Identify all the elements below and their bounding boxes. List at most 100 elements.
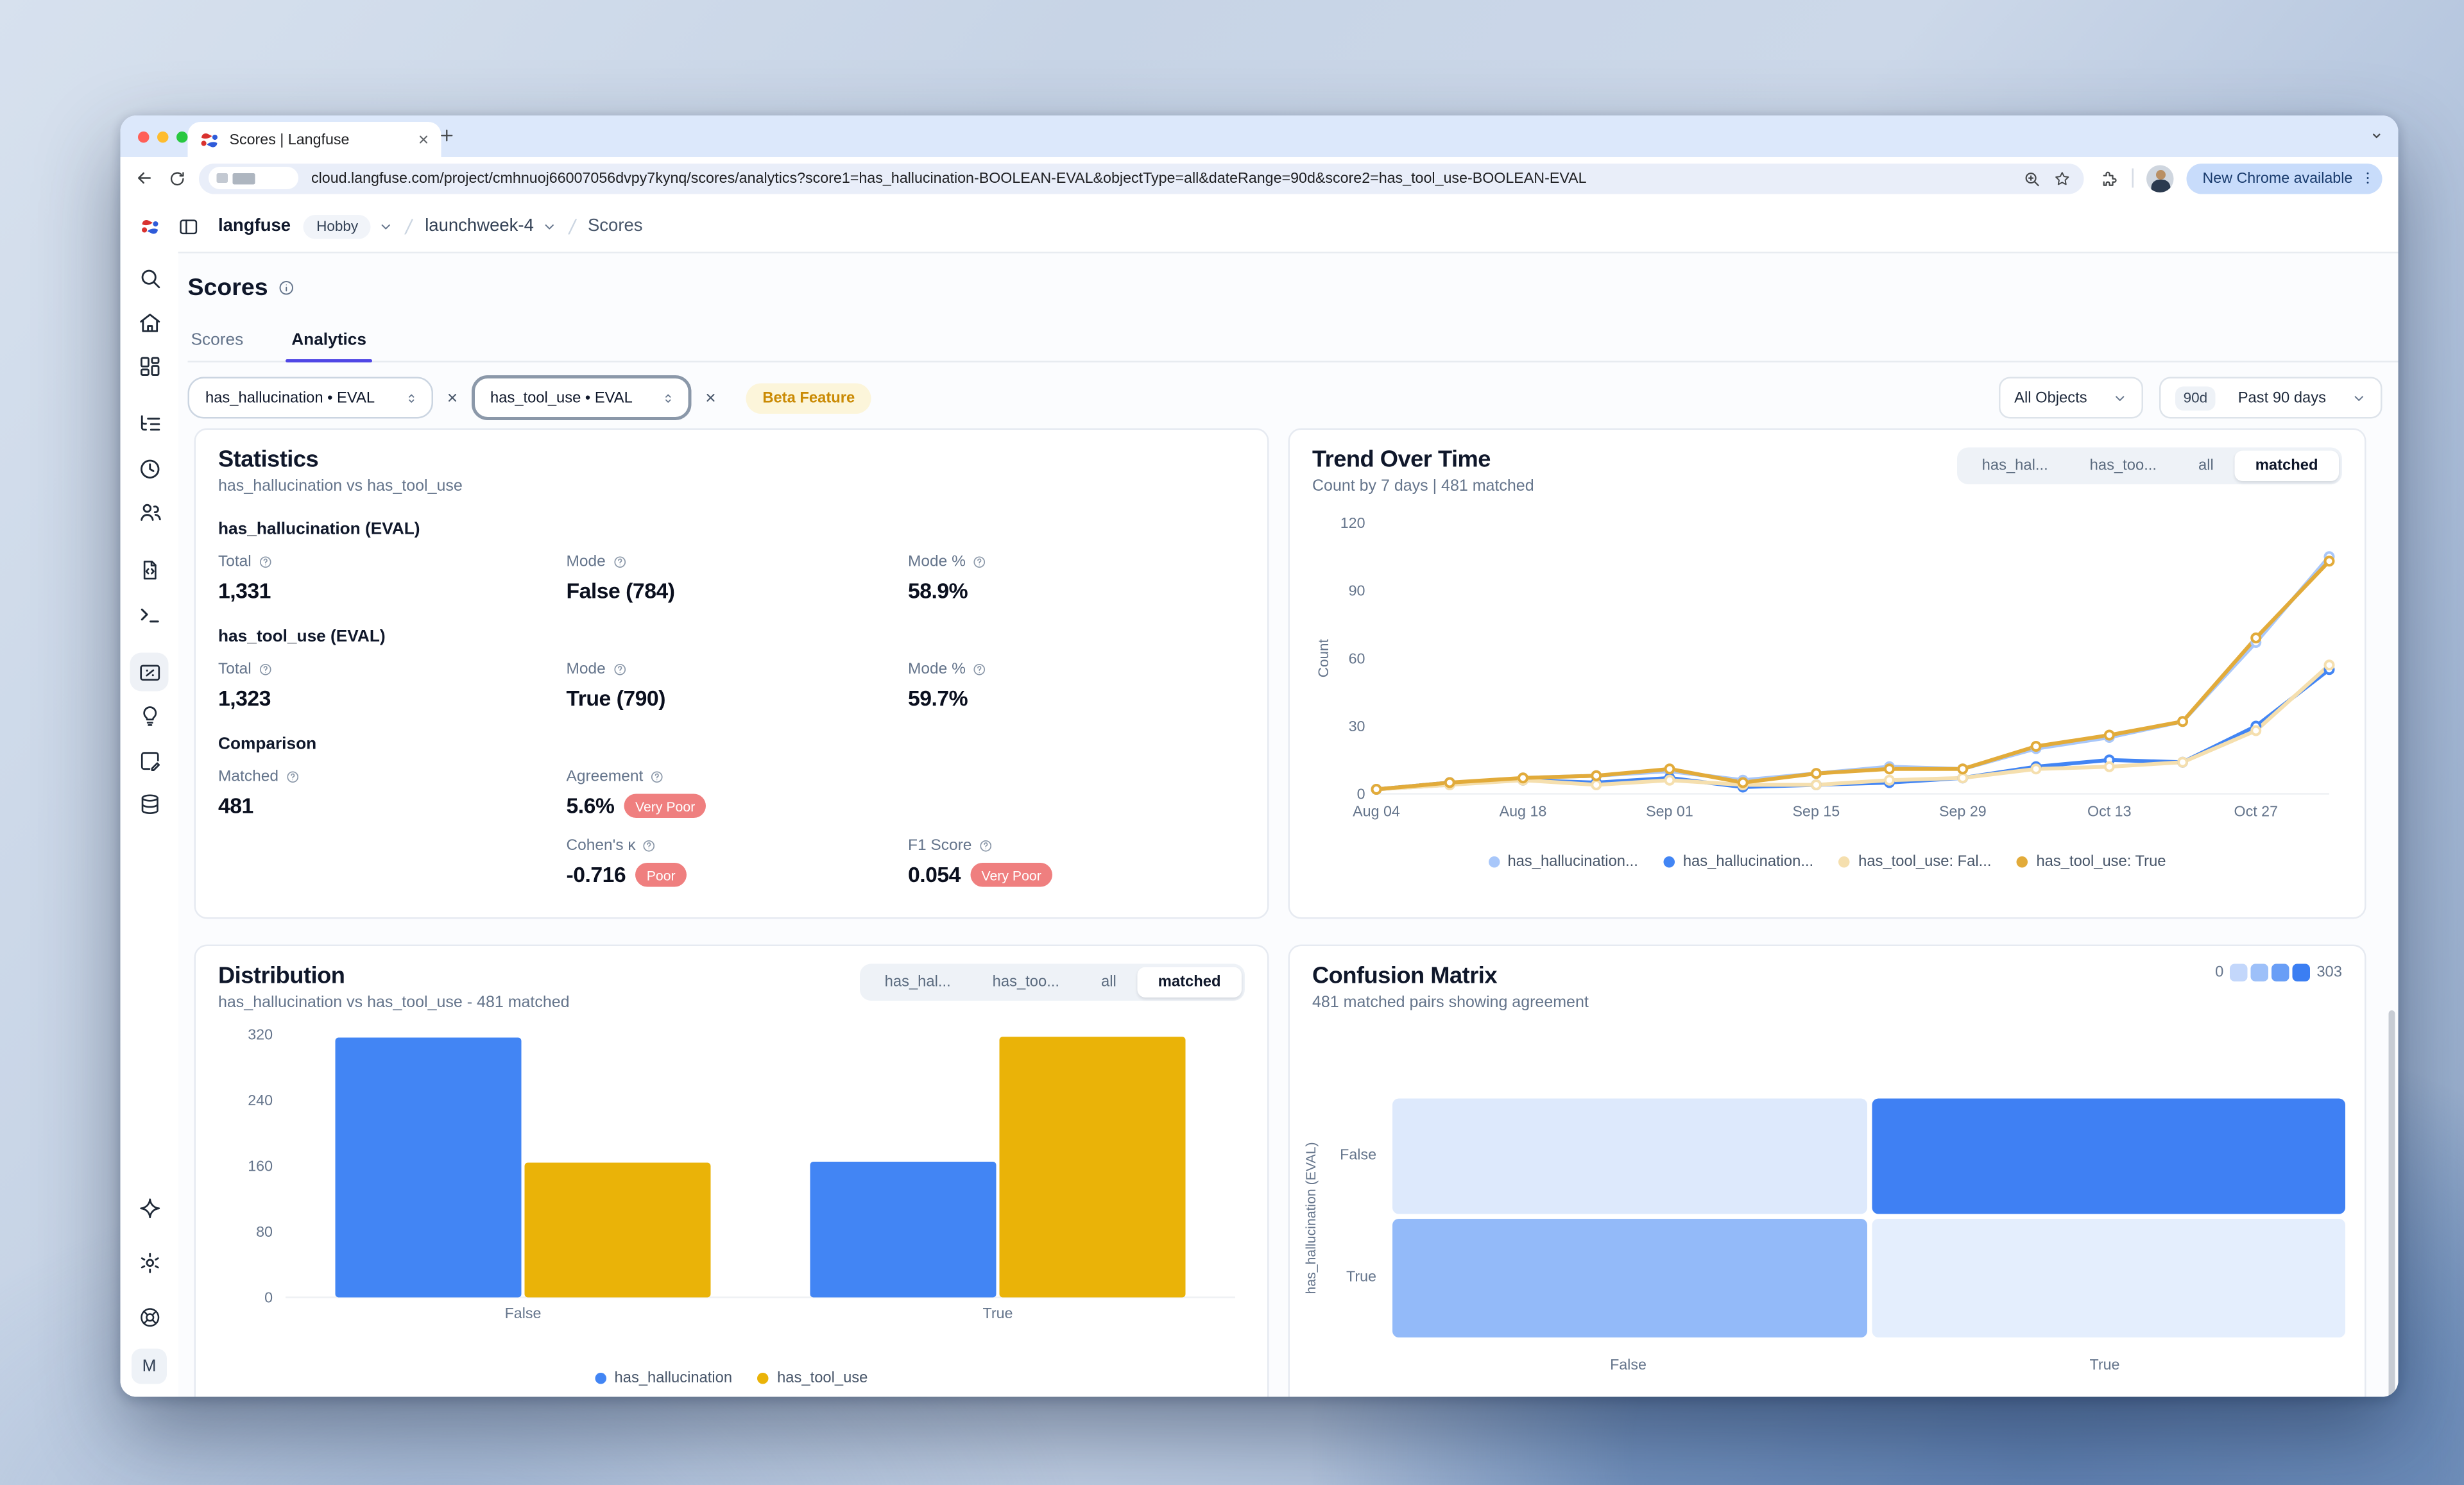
url-text[interactable]: cloud.langfuse.com/project/cmhnuoj660070…: [311, 170, 2023, 186]
help-icon[interactable]: [258, 663, 273, 677]
extensions-puzzle-icon[interactable]: [2100, 169, 2119, 188]
sidebar-item-users[interactable]: [130, 493, 169, 532]
scrollbar-thumb[interactable]: [2389, 1010, 2395, 1397]
heatmap-cell-True-False[interactable]: [1392, 1219, 1867, 1337]
view-tab-has-too-[interactable]: has_too...: [2069, 451, 2177, 482]
svg-text:90: 90: [1349, 582, 1365, 599]
sidebar-item-annotation[interactable]: [130, 741, 169, 779]
distribution-bar-chart: 080160240320FalseTrue: [218, 1025, 1245, 1354]
view-tab-matched[interactable]: matched: [1137, 967, 1242, 998]
view-tab-has-too-[interactable]: has_too...: [971, 967, 1080, 998]
sidebar-item-support[interactable]: [130, 1298, 169, 1336]
help-icon[interactable]: [285, 770, 300, 785]
fullscreen-window-button[interactable]: [176, 132, 188, 143]
browser-tab[interactable]: Scores | Langfuse: [188, 122, 441, 157]
sidebar-item-search[interactable]: [130, 259, 169, 298]
heatmap-cell-False-False[interactable]: [1392, 1099, 1867, 1214]
help-icon[interactable]: [978, 839, 993, 854]
home-icon: [137, 310, 162, 335]
legend-item[interactable]: has_tool_use: [758, 1370, 868, 1387]
score1-select[interactable]: has_hallucination • EVAL: [188, 377, 433, 419]
page-tabs: Scores Analytics: [188, 324, 2399, 362]
sidebar-item-evals[interactable]: [130, 697, 169, 735]
minimize-window-button[interactable]: [157, 132, 169, 143]
date-range-select[interactable]: 90d Past 90 days: [2159, 377, 2382, 419]
score2-select[interactable]: has_tool_use • EVAL: [471, 375, 692, 420]
site-info-chip[interactable]: [209, 167, 298, 189]
help-icon[interactable]: [642, 839, 657, 854]
legend-item[interactable]: has_hallucination...: [1488, 853, 1638, 871]
playground-icon: [137, 602, 162, 627]
svg-text:0: 0: [1357, 786, 1365, 802]
metric-total-2: Total 1,323: [218, 661, 567, 711]
metric-kappa: Cohen's κ -0.716Poor: [567, 837, 909, 887]
remove-score2-icon[interactable]: [705, 391, 717, 404]
close-window-button[interactable]: [138, 132, 150, 143]
view-tab-matched[interactable]: matched: [2234, 451, 2339, 482]
tab-analytics[interactable]: Analytics: [288, 324, 370, 361]
tab-scores[interactable]: Scores: [188, 324, 247, 361]
browser-profile-avatar[interactable]: [2146, 164, 2174, 192]
scale-swatch: [2251, 964, 2269, 982]
sidebar-item-sparkle[interactable]: [130, 1189, 169, 1227]
heatmap-cell-False-True[interactable]: [1871, 1099, 2345, 1214]
chrome-update-button[interactable]: New Chrome available: [2187, 163, 2382, 194]
object-type-select[interactable]: All Objects: [1998, 377, 2143, 419]
beta-feature-badge: Beta Feature: [746, 382, 871, 413]
project-chevron-down-icon[interactable]: [542, 219, 556, 233]
view-tab-all[interactable]: all: [1081, 967, 1138, 998]
legend-label: has_hallucination...: [1507, 853, 1638, 871]
main-content: Scores Scores Analytics has_hallucinatio…: [178, 253, 2399, 1397]
help-icon[interactable]: [612, 555, 627, 570]
heatmap-cell-True-True[interactable]: [1871, 1219, 2345, 1337]
browser-toolbar: cloud.langfuse.com/project/cmhnuoj660070…: [121, 157, 2399, 199]
sidebar-item-playground[interactable]: [130, 595, 169, 634]
sidebar-item-prompts[interactable]: [130, 551, 169, 590]
sidebar-item-tracing[interactable]: [130, 405, 169, 443]
sidebar-item-dashboards[interactable]: [130, 347, 169, 386]
window-controls[interactable]: [138, 132, 188, 143]
langfuse-logo: [139, 216, 160, 237]
view-tab-all[interactable]: all: [2178, 451, 2235, 482]
score1-value: has_hallucination • EVAL: [205, 389, 375, 407]
legend-item[interactable]: has_tool_use: Fal...: [1839, 853, 1991, 871]
help-icon[interactable]: [649, 770, 664, 785]
remove-score1-icon[interactable]: [445, 391, 458, 404]
zoom-icon[interactable]: [2023, 169, 2041, 187]
metric-agreement: Agreement 5.6%Very Poor: [567, 768, 909, 819]
bookmark-star-icon[interactable]: [2053, 169, 2071, 187]
browser-menu-kebab-icon[interactable]: [2359, 170, 2375, 186]
help-icon[interactable]: [258, 555, 273, 570]
sidebar-item-home[interactable]: [130, 303, 169, 342]
sidebar-item-scores[interactable]: [130, 653, 169, 692]
address-bar[interactable]: cloud.langfuse.com/project/cmhnuoj660070…: [199, 163, 2084, 194]
sidebar-item-settings[interactable]: [130, 1243, 169, 1282]
breadcrumb-project[interactable]: launchweek-4: [425, 217, 534, 236]
users-icon: [137, 500, 162, 525]
view-tab-has-hal-[interactable]: has_hal...: [1961, 451, 2069, 482]
user-avatar[interactable]: M: [132, 1349, 167, 1384]
org-chevron-down-icon[interactable]: [379, 219, 394, 233]
status-badge: Poor: [635, 863, 687, 887]
info-icon[interactable]: [278, 279, 296, 297]
close-tab-icon[interactable]: [417, 133, 430, 146]
heatmap-col-label: False: [1392, 1357, 1864, 1373]
refresh-icon[interactable]: [169, 169, 187, 187]
metric-modepct-1: Mode % 58.9%: [908, 554, 1245, 604]
tab-search-icon[interactable]: [2368, 127, 2386, 145]
help-icon[interactable]: [972, 555, 987, 570]
legend-item[interactable]: has_hallucination...: [1664, 853, 1813, 871]
langfuse-favicon: [199, 129, 220, 150]
sidebar-toggle-icon[interactable]: [178, 216, 200, 237]
date-shortcut-badge: 90d: [2175, 386, 2216, 410]
back-icon[interactable]: [135, 169, 154, 188]
view-tab-has-hal-[interactable]: has_hal...: [864, 967, 971, 998]
help-icon[interactable]: [612, 663, 627, 677]
legend-item[interactable]: has_hallucination: [595, 1370, 733, 1387]
help-icon[interactable]: [972, 663, 987, 677]
sidebar-item-datasets[interactable]: [130, 785, 169, 824]
sidebar-item-sessions[interactable]: [130, 449, 169, 488]
new-tab-button[interactable]: [438, 127, 456, 145]
org-name[interactable]: langfuse: [218, 217, 291, 236]
legend-item[interactable]: has_tool_use: True: [2017, 853, 2166, 871]
